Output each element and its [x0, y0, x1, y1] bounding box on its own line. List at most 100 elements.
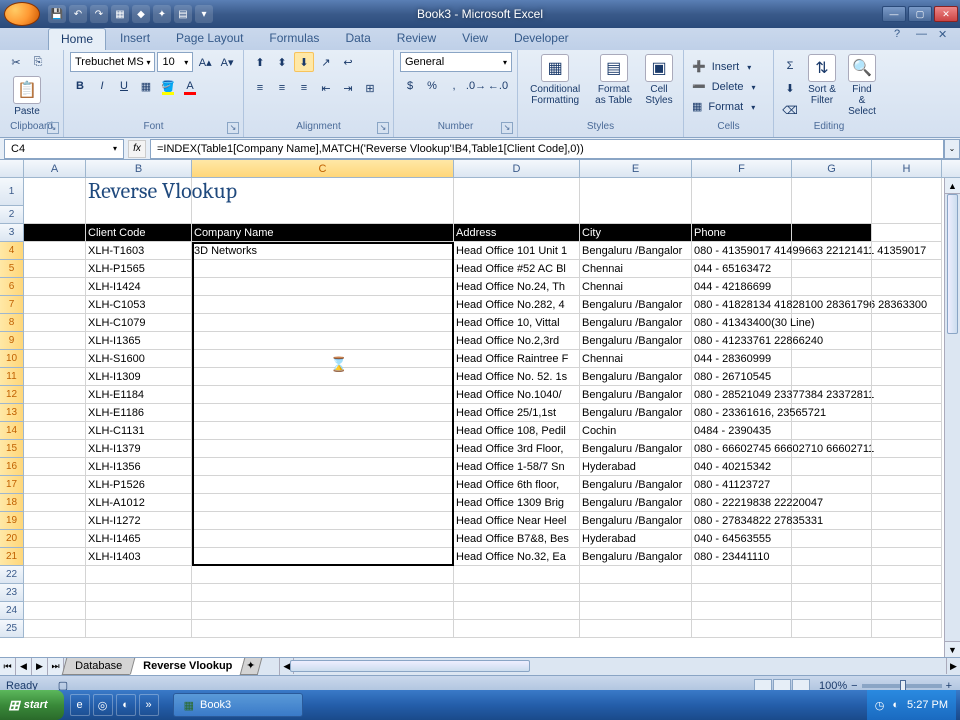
cell[interactable]: [24, 458, 86, 476]
select-all-button[interactable]: [0, 160, 24, 177]
cell[interactable]: [192, 278, 454, 296]
tab-insert[interactable]: Insert: [108, 28, 162, 50]
tab-review[interactable]: Review: [385, 28, 448, 50]
cell[interactable]: XLH-P1565: [86, 260, 192, 278]
row-header[interactable]: 15: [0, 440, 24, 458]
col-header[interactable]: E: [580, 160, 692, 177]
cell[interactable]: 080 - 27834822 27835331: [692, 512, 792, 530]
start-button[interactable]: ⊞ start: [0, 690, 64, 720]
row-header[interactable]: 10: [0, 350, 24, 368]
minimize-ribbon-icon[interactable]: —: [916, 28, 930, 42]
cell[interactable]: [24, 206, 86, 224]
cell[interactable]: [454, 206, 580, 224]
redo-icon[interactable]: ↷: [90, 5, 108, 23]
cell[interactable]: [24, 566, 86, 584]
col-header[interactable]: D: [454, 160, 580, 177]
cell[interactable]: [792, 584, 872, 602]
row-header[interactable]: 21: [0, 548, 24, 566]
wrap-text-icon[interactable]: ↩: [338, 52, 358, 72]
row-header[interactable]: 14: [0, 422, 24, 440]
cell[interactable]: [24, 386, 86, 404]
cell[interactable]: 044 - 28360999: [692, 350, 792, 368]
cell[interactable]: 3D Networks: [192, 242, 454, 260]
row-header[interactable]: 6: [0, 278, 24, 296]
new-sheet-icon[interactable]: ✦: [240, 658, 263, 675]
cell[interactable]: [792, 404, 872, 422]
accounting-format-icon[interactable]: $: [400, 76, 420, 96]
cell[interactable]: Head Office 3rd Floor,: [454, 440, 580, 458]
sheet-tab-database[interactable]: Database: [62, 658, 136, 675]
cell[interactable]: [24, 242, 86, 260]
cell[interactable]: [792, 566, 872, 584]
cell[interactable]: [792, 278, 872, 296]
cell[interactable]: [872, 620, 942, 638]
orientation-icon[interactable]: ↗: [316, 52, 336, 72]
cell[interactable]: [86, 206, 192, 224]
cell[interactable]: [580, 602, 692, 620]
cell[interactable]: Bengaluru /Bangalor: [580, 314, 692, 332]
cell[interactable]: [872, 404, 942, 422]
cell[interactable]: Address: [454, 224, 580, 242]
dialog-launcher-icon[interactable]: ↘: [501, 122, 513, 134]
align-left-icon[interactable]: ≡: [250, 78, 270, 98]
cell[interactable]: XLH-I1272: [86, 512, 192, 530]
cell[interactable]: 040 - 40215342: [692, 458, 792, 476]
cell[interactable]: [692, 566, 792, 584]
system-tray[interactable]: ◷ ◐ 5:27 PM: [867, 690, 956, 720]
cell[interactable]: [86, 602, 192, 620]
row-header[interactable]: 17: [0, 476, 24, 494]
cell[interactable]: Bengaluru /Bangalor: [580, 332, 692, 350]
cell[interactable]: [454, 584, 580, 602]
row-header[interactable]: 5: [0, 260, 24, 278]
cell[interactable]: [24, 602, 86, 620]
cell[interactable]: [24, 530, 86, 548]
cell[interactable]: [792, 206, 872, 224]
cell[interactable]: [192, 512, 454, 530]
cell[interactable]: [24, 440, 86, 458]
more-icon[interactable]: »: [139, 694, 159, 716]
cell[interactable]: [192, 566, 454, 584]
insert-cells-button[interactable]: ➕Insert: [690, 58, 753, 76]
decrease-decimal-icon[interactable]: ←.0: [488, 76, 508, 96]
cell[interactable]: [792, 422, 872, 440]
cell[interactable]: Bengaluru /Bangalor: [580, 494, 692, 512]
cell[interactable]: [580, 206, 692, 224]
col-header[interactable]: B: [86, 160, 192, 177]
cell[interactable]: [192, 260, 454, 278]
cell[interactable]: XLH-I1365: [86, 332, 192, 350]
cell[interactable]: XLH-I1424: [86, 278, 192, 296]
help-icon[interactable]: ?: [894, 28, 908, 42]
ie-icon[interactable]: e: [70, 694, 90, 716]
cell[interactable]: 080 - 28521049 23377384 23372811: [692, 386, 792, 404]
cell[interactable]: [792, 314, 872, 332]
cell[interactable]: 080 - 41343400(30 Line): [692, 314, 792, 332]
cell[interactable]: XLH-I1465: [86, 530, 192, 548]
row-header[interactable]: 2: [0, 206, 24, 224]
cell[interactable]: [872, 548, 942, 566]
row-header[interactable]: 8: [0, 314, 24, 332]
cell[interactable]: [872, 584, 942, 602]
cell[interactable]: XLH-I1379: [86, 440, 192, 458]
qat-icon[interactable]: ◆: [132, 5, 150, 23]
cell[interactable]: Head Office No.32, Ea: [454, 548, 580, 566]
paste-button[interactable]: 📋 Paste: [6, 74, 48, 119]
cell[interactable]: 040 - 64563555: [692, 530, 792, 548]
tab-data[interactable]: Data: [333, 28, 382, 50]
cell[interactable]: [580, 566, 692, 584]
cell[interactable]: [24, 350, 86, 368]
cell[interactable]: 080 - 41828134 41828100 28361796 2836330…: [692, 296, 792, 314]
cell[interactable]: Head Office No.282, 4: [454, 296, 580, 314]
cell[interactable]: [872, 206, 942, 224]
row-header[interactable]: 22: [0, 566, 24, 584]
scroll-down-icon[interactable]: ▼: [945, 641, 960, 657]
cell[interactable]: 080 - 41123727: [692, 476, 792, 494]
cell[interactable]: [24, 296, 86, 314]
number-format-combo[interactable]: General▾: [400, 52, 512, 72]
taskbar-app-button[interactable]: ▦ Book3: [173, 693, 303, 717]
cell[interactable]: [872, 178, 942, 206]
cell[interactable]: [872, 314, 942, 332]
cell[interactable]: [692, 602, 792, 620]
font-name-combo[interactable]: Trebuchet MS▾: [70, 52, 155, 72]
shrink-font-icon[interactable]: A▾: [217, 52, 237, 72]
row-header[interactable]: 4: [0, 242, 24, 260]
